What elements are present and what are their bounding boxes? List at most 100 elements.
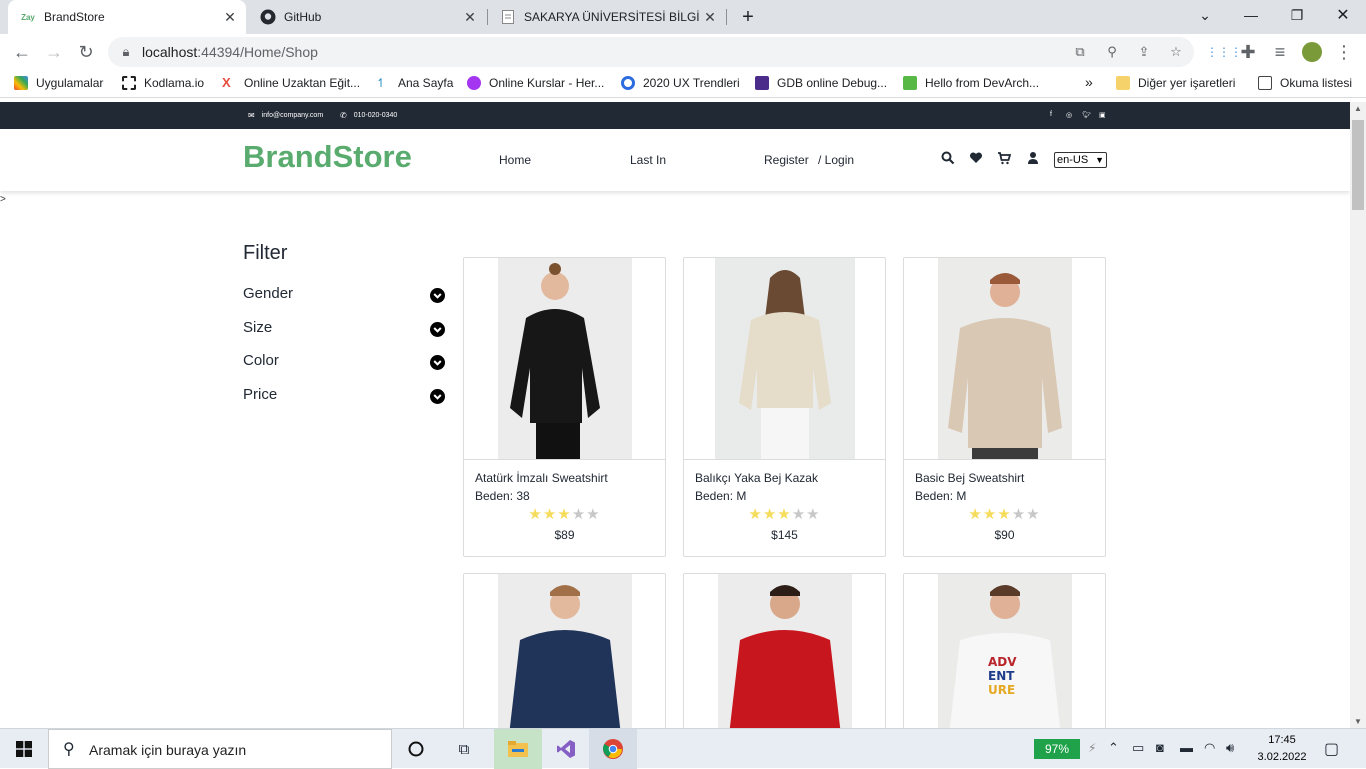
page-scrollbar[interactable]: ▲ ▼	[1350, 102, 1366, 728]
twitter-icon[interactable]: 🐦︎	[1082, 111, 1091, 119]
volume-icon[interactable]: 🔊︎	[1226, 740, 1234, 756]
product-card[interactable]: ADV ENT URE	[903, 573, 1106, 728]
star-icon: ★	[528, 506, 543, 523]
translate-icon[interactable]: ⧉	[1072, 44, 1088, 60]
product-image[interactable]	[938, 258, 1072, 459]
bookmark-gdb-online[interactable]: GDB online Debug...	[755, 76, 887, 90]
product-image[interactable]	[498, 258, 632, 459]
instagram-icon[interactable]: ◎	[1066, 111, 1072, 119]
product-name[interactable]: Basic Bej Sweatshirt	[915, 471, 1024, 485]
product-name[interactable]: Balıkçı Yaka Bej Kazak	[695, 471, 818, 485]
chevron-down-icon[interactable]	[430, 322, 445, 337]
nav-login[interactable]: / Login	[818, 153, 854, 167]
restore-button[interactable]: ❐	[1274, 0, 1320, 30]
other-bookmarks-folder[interactable]: Diğer yer işaretleri	[1116, 76, 1235, 90]
tab-github[interactable]: GitHub ✕	[248, 0, 486, 34]
minimize-button[interactable]: —	[1228, 0, 1274, 30]
file-explorer-icon[interactable]	[494, 729, 542, 769]
wifi-icon[interactable]: ◠	[1204, 740, 1215, 756]
power-plug-icon[interactable]: ⚡︎	[1088, 741, 1096, 755]
apps-grid-icon[interactable]: ⋮⋮⋮	[1206, 42, 1242, 62]
bookmark-devarch[interactable]: Hello from DevArch...	[903, 76, 1039, 90]
contact-phone[interactable]: ✆ 010-020-0340	[340, 111, 397, 120]
tab-brandstore[interactable]: Zay BrandStore ✕	[8, 0, 246, 34]
chrome-icon[interactable]	[589, 729, 637, 769]
media-control-icon[interactable]: ≡	[1270, 42, 1290, 62]
product-image[interactable]	[718, 574, 852, 728]
tab-sakarya[interactable]: SAKARYA ÜNİVERSİTESİ BİLGİ SİS ✕	[488, 0, 726, 34]
chevron-up-icon[interactable]: ⌃	[1108, 740, 1119, 756]
bookmark-star-icon[interactable]: ☆	[1168, 44, 1184, 60]
url-text[interactable]: localhost:44394/Home/Shop	[142, 44, 318, 60]
share-icon[interactable]: ⇪	[1136, 44, 1152, 60]
notifications-icon[interactable]: ▢	[1324, 739, 1339, 759]
brand-logo[interactable]: BrandStore	[243, 139, 412, 175]
linkedin-icon[interactable]: ▣	[1099, 111, 1106, 119]
nav-home[interactable]: Home	[499, 153, 531, 167]
battery-indicator[interactable]: 97%	[1034, 739, 1080, 759]
bookmark-online-uzaktan[interactable]: X Online Uzaktan Eğit...	[222, 76, 360, 91]
filter-price[interactable]: Price	[243, 386, 446, 406]
nav-register[interactable]: Register	[764, 153, 809, 167]
windows-start-icon[interactable]	[0, 729, 48, 769]
filter-gender[interactable]: Gender	[243, 285, 446, 305]
visual-studio-icon[interactable]	[542, 729, 590, 769]
taskbar-clock[interactable]: 17:45 3.02.2022	[1256, 732, 1308, 766]
extensions-icon[interactable]: ✚	[1238, 42, 1258, 62]
chevron-down-icon[interactable]	[430, 355, 445, 370]
contact-email[interactable]: ✉ info@company.com	[248, 111, 323, 120]
bookmark-online-kurslar[interactable]: Online Kurslar - Her...	[467, 76, 604, 90]
heart-icon[interactable]	[969, 151, 983, 165]
product-price: $89	[554, 528, 575, 542]
zoom-icon[interactable]: ⚲	[1104, 44, 1120, 60]
chevron-down-icon[interactable]	[430, 389, 445, 404]
language-select[interactable]: en-US ▼	[1054, 152, 1107, 168]
product-card[interactable]: Balıkçı Yaka Bej Kazak Beden: M ★★★★★ $1…	[683, 257, 886, 557]
reading-list-button[interactable]: Okuma listesi	[1258, 76, 1352, 90]
bookmark-ux-trendleri[interactable]: 2020 UX Trendleri	[621, 76, 740, 90]
battery-icon[interactable]: ▬	[1180, 740, 1193, 755]
search-icon[interactable]	[941, 151, 955, 165]
task-view-icon[interactable]: ⧉	[440, 729, 488, 769]
cortana-icon[interactable]	[392, 729, 440, 769]
filter-color[interactable]: Color	[243, 352, 446, 372]
close-tab-icon[interactable]: ✕	[462, 9, 478, 25]
nav-last-in[interactable]: Last In	[630, 153, 666, 167]
product-card[interactable]: Basic Bej Sweatshirt Beden: M ★★★★★ $90	[903, 257, 1106, 557]
address-bar[interactable]: 🔒︎ localhost:44394/Home/Shop ⧉ ⚲ ⇪ ☆	[108, 37, 1194, 67]
close-tab-icon[interactable]: ✕	[222, 9, 238, 25]
scroll-up-arrow-icon[interactable]: ▲	[1354, 104, 1362, 113]
bookmark-apps[interactable]: Uygulamalar	[14, 76, 103, 90]
cart-icon[interactable]	[997, 151, 1012, 165]
profile-avatar[interactable]	[1302, 42, 1322, 62]
close-window-button[interactable]: ✕	[1320, 0, 1366, 30]
star-icon: ★	[748, 506, 763, 523]
new-tab-button[interactable]: +	[736, 0, 760, 34]
lock-icon[interactable]: 🔒︎	[118, 44, 134, 60]
camera-icon[interactable]: ◙	[1156, 740, 1164, 755]
product-image[interactable]: ADV ENT URE	[938, 574, 1072, 728]
facebook-icon[interactable]: f	[1050, 111, 1052, 118]
scrollbar-thumb[interactable]	[1352, 120, 1364, 210]
reload-icon[interactable]: ↻	[76, 42, 96, 62]
product-card[interactable]	[683, 573, 886, 728]
taskbar-search-input[interactable]: ⚲ Aramak için buraya yazın	[48, 729, 392, 769]
product-name[interactable]: Atatürk İmzalı Sweatshirt	[475, 471, 608, 485]
product-card[interactable]	[463, 573, 666, 728]
back-icon[interactable]: ←	[12, 42, 32, 62]
meet-now-icon[interactable]: ▭	[1132, 740, 1144, 756]
chevron-down-icon[interactable]	[430, 288, 445, 303]
bookmark-kodlama[interactable]: Kodlama.io	[122, 76, 204, 90]
tab-search-icon[interactable]: ⌄	[1182, 0, 1228, 30]
close-tab-icon[interactable]: ✕	[702, 9, 718, 25]
menu-icon[interactable]: ⋮	[1334, 42, 1354, 62]
bookmarks-overflow-button[interactable]: »	[1085, 74, 1093, 90]
user-icon[interactable]	[1026, 151, 1040, 165]
product-card[interactable]: Atatürk İmzalı Sweatshirt Beden: 38 ★★★★…	[463, 257, 666, 557]
filter-size[interactable]: Size	[243, 319, 446, 339]
product-image[interactable]	[715, 258, 855, 459]
bookmark-ana-sayfa[interactable]: ↿ Ana Sayfa	[376, 76, 453, 90]
forward-icon[interactable]: →	[44, 42, 64, 62]
product-image[interactable]	[498, 574, 632, 728]
scroll-down-arrow-icon[interactable]: ▼	[1354, 717, 1362, 726]
